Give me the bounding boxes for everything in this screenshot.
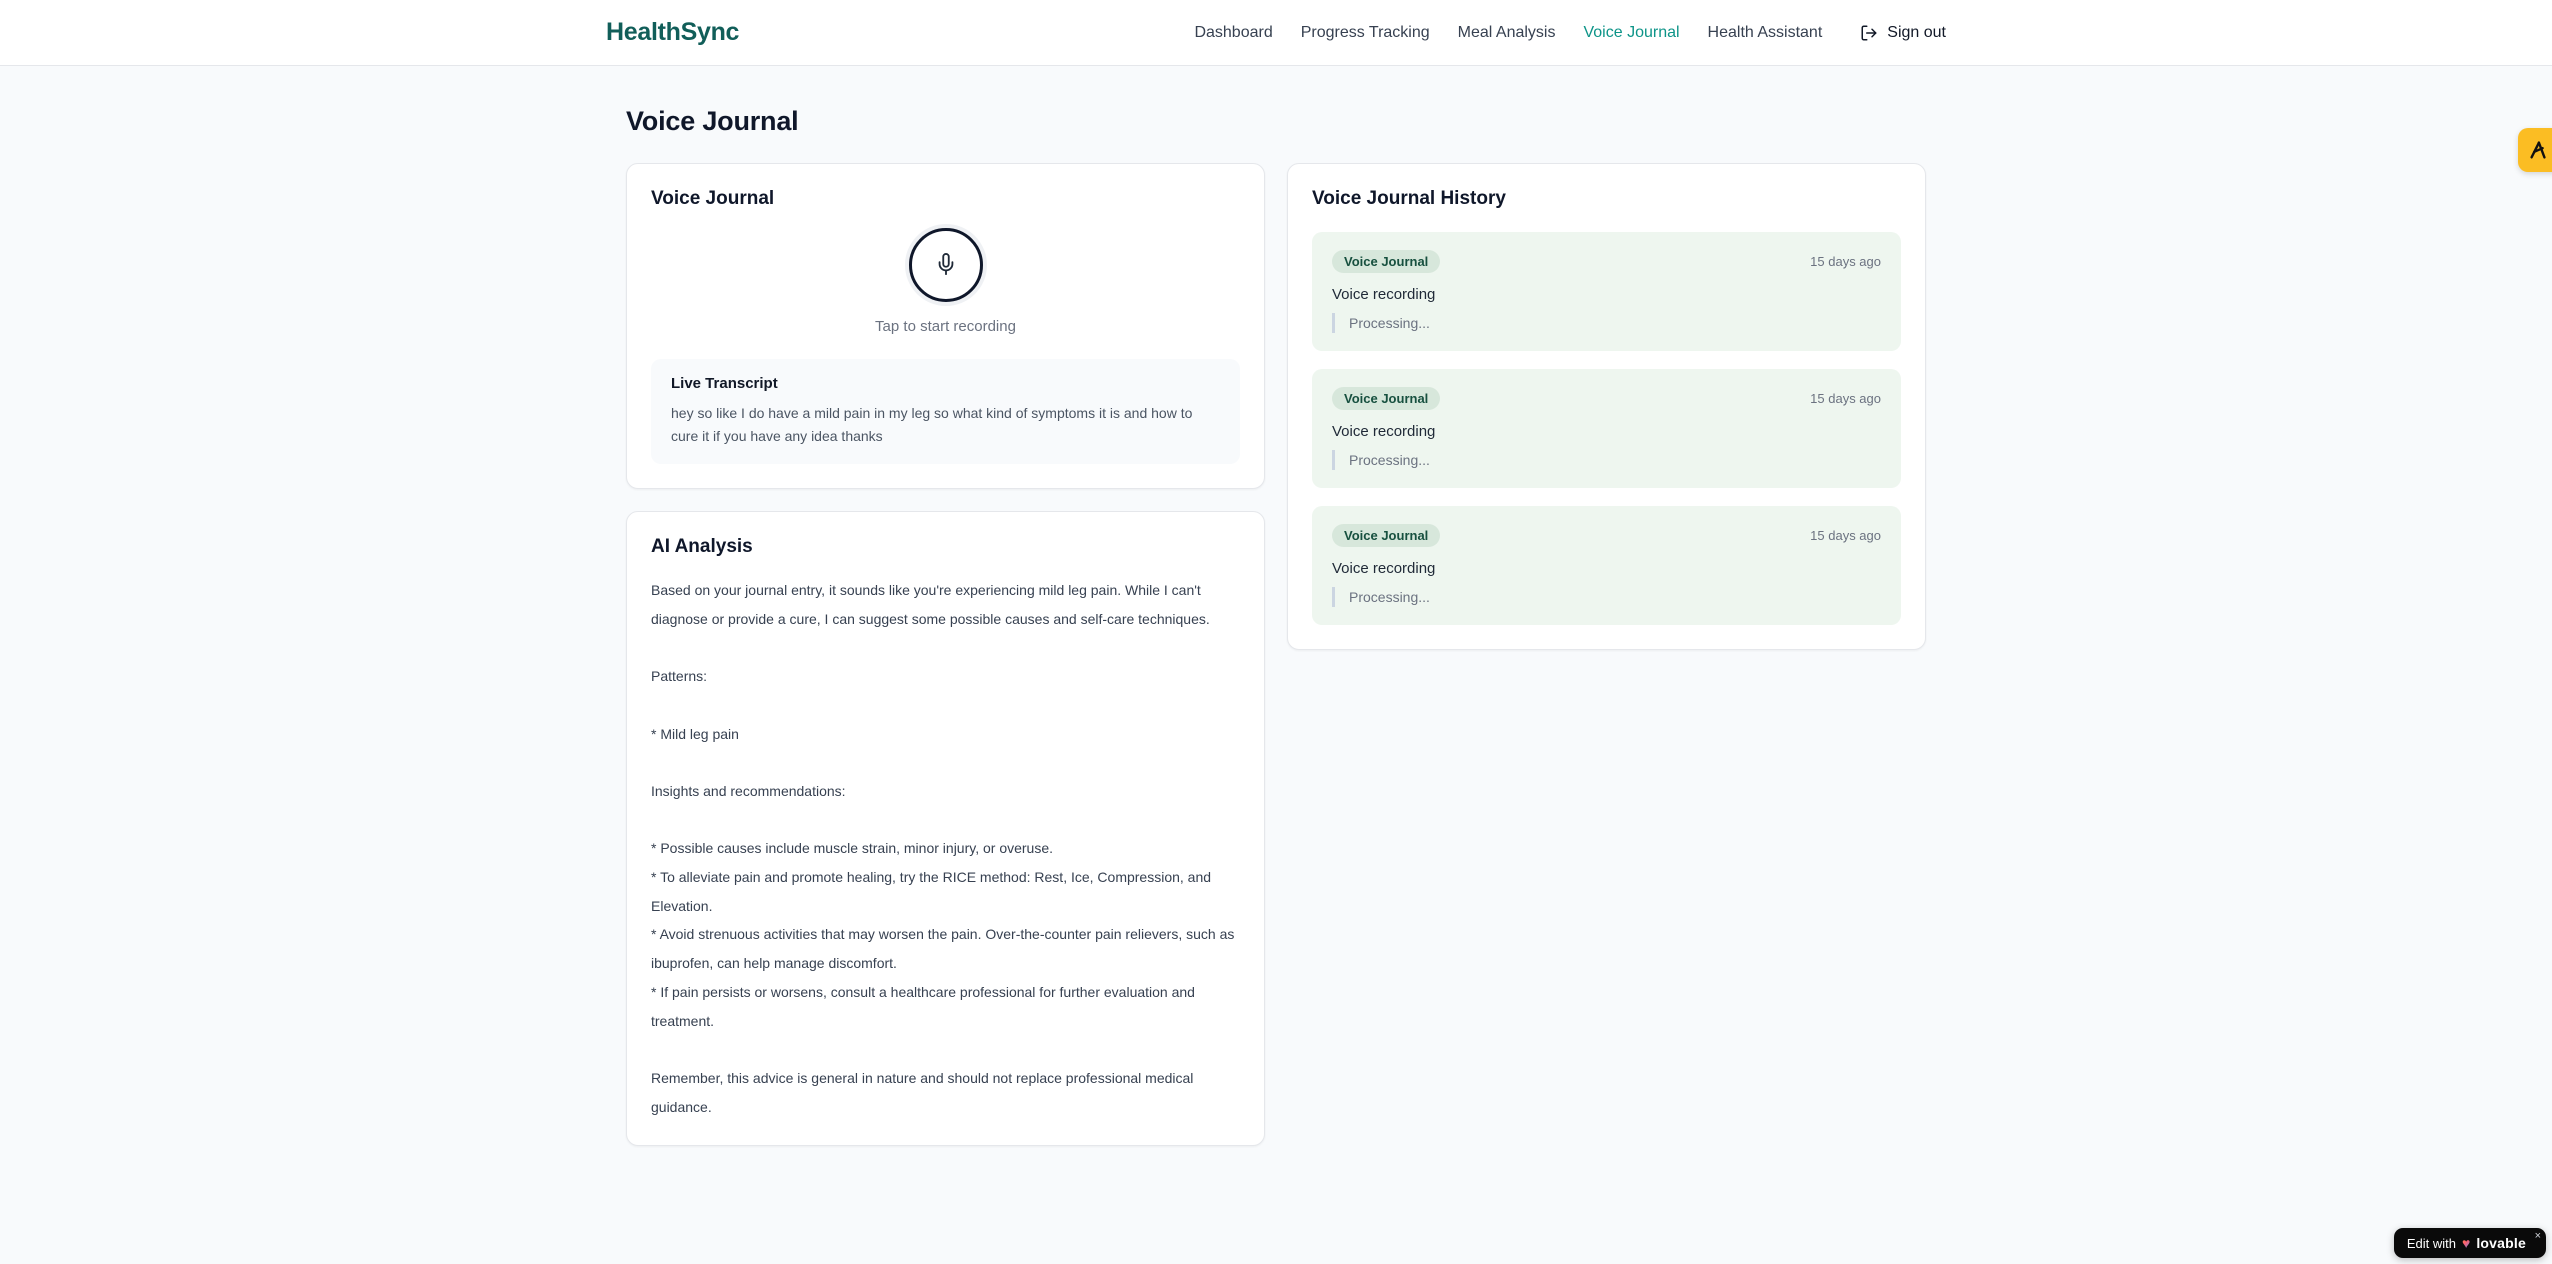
entry-title: Voice recording [1332, 286, 1436, 303]
edit-with-label: Edit with [2406, 1235, 2457, 1251]
page-title: Voice Journal [626, 106, 799, 136]
brand-logo[interactable]: HealthSync [606, 18, 739, 47]
history-entry[interactable]: Voice Journal 15 days ago Voice recordin… [1312, 506, 1901, 625]
nav-meal-analysis[interactable]: Meal Analysis [1458, 24, 1556, 42]
tap-to-record-hint: Tap to start recording [875, 318, 1016, 335]
history-card-title: Voice Journal History [1312, 188, 1506, 209]
entry-type-badge: Voice Journal [1332, 387, 1441, 410]
sign-out-button[interactable]: Sign out [1860, 24, 1946, 42]
entry-title: Voice recording [1332, 423, 1436, 440]
entry-type-badge: Voice Journal [1332, 250, 1441, 273]
history-list: Voice Journal 15 days ago Voice recordin… [1312, 232, 1901, 625]
entry-type-badge: Voice Journal [1332, 524, 1441, 547]
record-button[interactable] [908, 228, 983, 302]
entry-timestamp: 15 days ago [1810, 391, 1881, 406]
entry-status: Processing... [1332, 587, 1881, 607]
live-transcript-text: hey so like I do have a mild pain in my … [671, 405, 1193, 445]
app-header: HealthSync Dashboard Progress Tracking M… [0, 0, 2552, 66]
nav-dashboard[interactable]: Dashboard [1194, 24, 1272, 42]
logout-icon [1860, 24, 1878, 42]
entry-timestamp: 15 days ago [1810, 528, 1881, 543]
feedback-tab[interactable] [2518, 128, 2552, 172]
entry-title: Voice recording [1332, 560, 1436, 577]
entry-timestamp: 15 days ago [1810, 254, 1881, 269]
voice-journal-history-card: Voice Journal History Voice Journal 15 d… [1287, 163, 1926, 650]
history-entry[interactable]: Voice Journal 15 days ago Voice recordin… [1312, 369, 1901, 488]
live-transcript-title: Live Transcript [671, 375, 778, 392]
edit-with-lovable-badge[interactable]: Edit with ♥ lovable × [2393, 1228, 2546, 1258]
entry-status: Processing... [1332, 313, 1881, 333]
microphone-icon [935, 252, 957, 278]
main-content: Voice Journal Voice Journal Tap to start… [626, 66, 1926, 1147]
history-entry[interactable]: Voice Journal 15 days ago Voice recordin… [1312, 232, 1901, 351]
nav-health-assistant[interactable]: Health Assistant [1708, 24, 1823, 42]
voice-recorder-card: Voice Journal Tap to start recording Liv… [626, 163, 1265, 490]
entry-status: Processing... [1332, 450, 1881, 470]
live-transcript-box: Live Transcript hey so like I do have a … [651, 359, 1240, 465]
sign-out-label: Sign out [1887, 23, 1946, 41]
main-nav: Dashboard Progress Tracking Meal Analysi… [1194, 24, 1946, 42]
nav-progress-tracking[interactable]: Progress Tracking [1301, 24, 1430, 42]
ai-analysis-body: Based on your journal entry, it sounds l… [651, 582, 1235, 1115]
recorder-card-title: Voice Journal [651, 188, 775, 209]
lovable-logo-icon [2527, 139, 2549, 161]
lovable-brand-label: lovable [2476, 1235, 2526, 1251]
heart-icon: ♥ [2462, 1235, 2471, 1251]
close-icon[interactable]: × [2535, 1230, 2541, 1242]
ai-analysis-title: AI Analysis [651, 536, 753, 558]
nav-voice-journal[interactable]: Voice Journal [1583, 24, 1679, 42]
ai-analysis-card: AI Analysis Based on your journal entry,… [626, 511, 1265, 1147]
